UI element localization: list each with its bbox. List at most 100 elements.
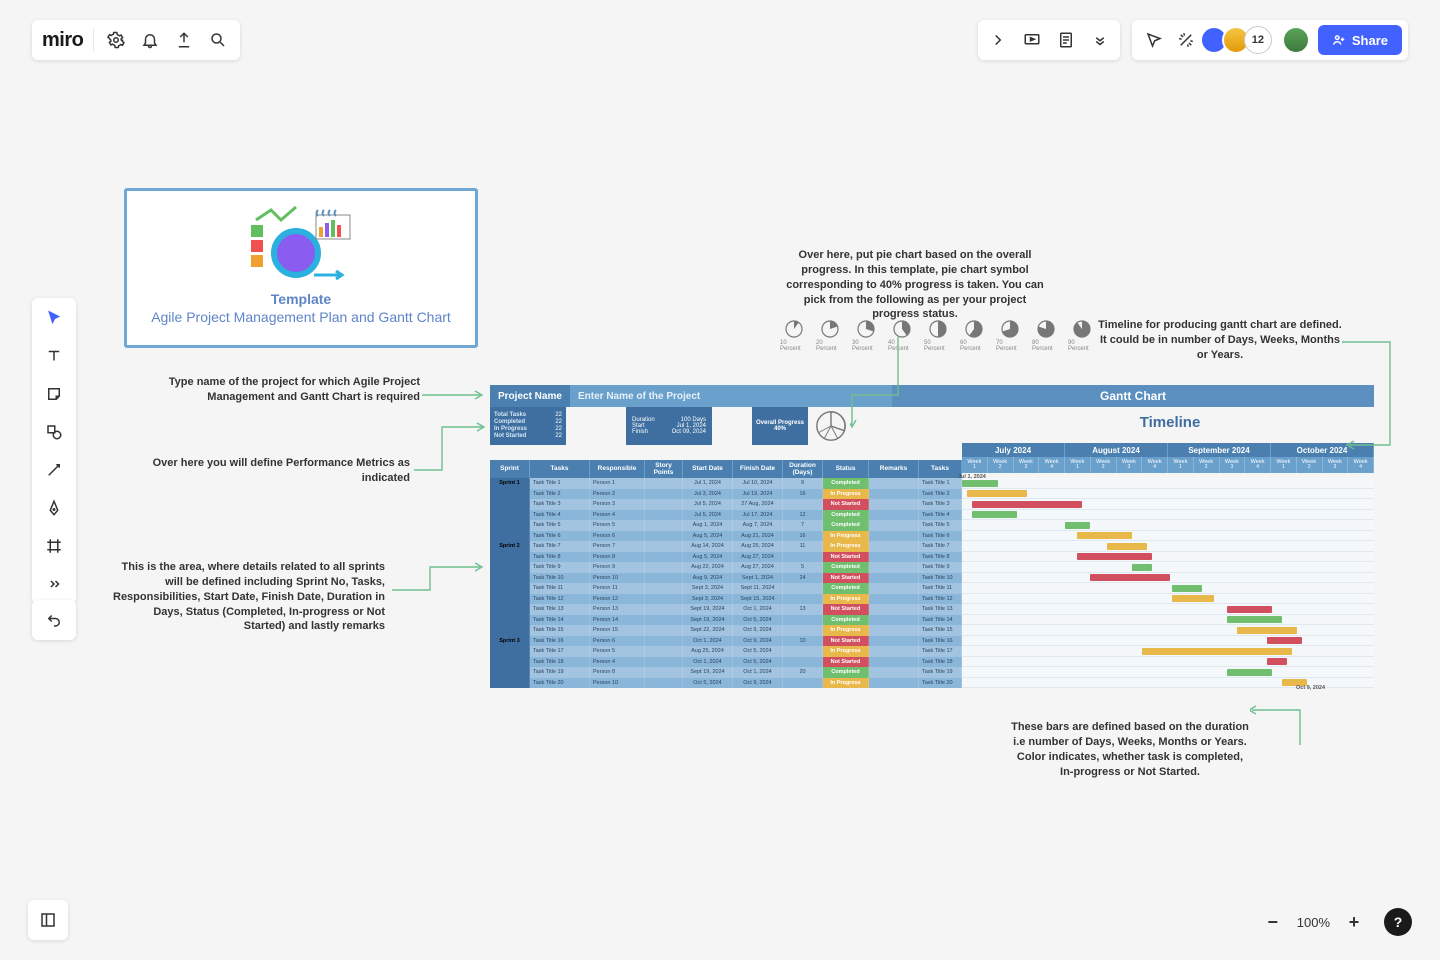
annotation-project-name: Type name of the project for which Agile… (160, 375, 420, 405)
gantt-bar[interactable] (1077, 553, 1152, 560)
select-tool[interactable] (42, 306, 66, 330)
template-card[interactable]: Template Agile Project Management Plan a… (124, 188, 478, 348)
cell: Person 8 (590, 552, 645, 563)
present-icon[interactable] (1020, 28, 1044, 52)
shapes-tool[interactable] (42, 420, 66, 444)
cell: 27 Aug, 2024 (733, 499, 783, 510)
gantt-bar[interactable] (972, 511, 1017, 518)
cell: Completed (823, 667, 869, 678)
cell: Task Title 19 (919, 667, 962, 678)
cell (869, 531, 919, 542)
logo[interactable]: miro (42, 29, 83, 52)
cell (490, 625, 530, 636)
bar-track (962, 489, 1374, 500)
gantt-bar[interactable] (1065, 522, 1090, 529)
sticky-note-tool[interactable] (42, 382, 66, 406)
cell: Task Title 1 (530, 478, 590, 489)
cell: Task Title 2 (530, 489, 590, 500)
gantt-bar[interactable] (1227, 616, 1282, 623)
gantt-bar[interactable] (1172, 595, 1214, 602)
cell: Sept 19, 2024 (683, 615, 733, 626)
frame-tool[interactable] (42, 534, 66, 558)
gantt-bar[interactable] (1267, 637, 1302, 644)
week-cell: Week4 (1142, 457, 1168, 473)
pie-option[interactable]: 90 Percent (1068, 320, 1096, 352)
gantt-bar[interactable] (1227, 669, 1272, 676)
gantt-bar[interactable] (967, 490, 1027, 497)
undo-button[interactable] (32, 600, 76, 640)
pie-options: 10 Percent20 Percent30 Percent40 Percent… (780, 320, 1096, 352)
gantt-bars (962, 478, 1374, 688)
more-tools[interactable] (42, 572, 66, 596)
cell (869, 520, 919, 531)
pie-option[interactable]: 20 Percent (816, 320, 844, 352)
gantt-bar[interactable] (1237, 627, 1297, 634)
gantt-bar[interactable] (1077, 532, 1132, 539)
chevron-right-icon[interactable] (986, 28, 1010, 52)
pie-option[interactable]: 70 Percent (996, 320, 1024, 352)
cell: Person 5 (590, 646, 645, 657)
gantt-bar[interactable] (1172, 585, 1202, 592)
cursor-collab-icon[interactable] (1142, 28, 1166, 52)
cell (869, 625, 919, 636)
gantt-bar[interactable] (962, 480, 998, 487)
week-cell: Week3 (1117, 457, 1143, 473)
month-cell: August 2024 (1065, 443, 1168, 457)
cell: Task Title 9 (919, 562, 962, 573)
cell (490, 552, 530, 563)
cell: Sept 19, 2024 (683, 667, 733, 678)
open-panel-button[interactable] (28, 900, 68, 940)
gantt-bar[interactable] (972, 501, 1082, 508)
cell: Task Title 16 (530, 636, 590, 647)
bar-track (962, 562, 1374, 573)
project-name-label: Project Name (490, 385, 570, 407)
avatar-overflow-count[interactable]: 12 (1244, 26, 1272, 54)
timeline-title: Timeline (950, 414, 1390, 431)
cell (783, 552, 823, 563)
pie-option[interactable]: 60 Percent (960, 320, 988, 352)
gantt-bar[interactable] (1142, 648, 1292, 655)
cell (783, 583, 823, 594)
cell: Task Title 15 (530, 625, 590, 636)
overall-progress-box: Overall Progress 40% (752, 407, 808, 445)
bell-icon[interactable] (138, 28, 162, 52)
gantt-bar[interactable] (1267, 658, 1287, 665)
avatar-stack[interactable]: 12 (1206, 26, 1310, 54)
pie-option[interactable]: 50 Percent (924, 320, 952, 352)
gantt-bar[interactable] (1227, 606, 1272, 613)
cell: Oct 9, 2024 (733, 678, 783, 689)
gantt-bar[interactable] (1090, 574, 1170, 581)
cell (490, 573, 530, 584)
text-tool[interactable] (42, 344, 66, 368)
canvas[interactable]: miro 12 Share (0, 0, 1440, 960)
help-button[interactable]: ? (1384, 908, 1412, 936)
cell: 9 (783, 478, 823, 489)
cell: Task Title 14 (530, 615, 590, 626)
line-tool[interactable] (42, 458, 66, 482)
zoom-in-button[interactable]: + (1340, 908, 1368, 936)
pie-option[interactable]: 10 Percent (780, 320, 808, 352)
cell: Person 4 (590, 657, 645, 668)
pen-tool[interactable] (42, 496, 66, 520)
zoom-out-button[interactable]: − (1259, 908, 1287, 936)
export-icon[interactable] (172, 28, 196, 52)
finish-label: Finish (632, 429, 648, 435)
search-icon[interactable] (206, 28, 230, 52)
notes-icon[interactable] (1054, 28, 1078, 52)
project-name-input[interactable]: Enter Name of the Project (570, 385, 892, 407)
share-button[interactable]: Share (1318, 25, 1402, 55)
cell: Aug 7, 2024 (733, 520, 783, 531)
settings-icon[interactable] (104, 28, 128, 52)
avatar[interactable] (1282, 26, 1310, 54)
gantt-bar[interactable] (1107, 543, 1147, 550)
reactions-icon[interactable] (1174, 28, 1198, 52)
zoom-percent[interactable]: 100% (1297, 915, 1330, 930)
cell (869, 552, 919, 563)
cell: Aug 5, 2024 (683, 531, 733, 542)
pie-option[interactable]: 80 Percent (1032, 320, 1060, 352)
collapse-icon[interactable] (1088, 28, 1112, 52)
column-header: SprintTasksResponsibleStory PointsStart … (490, 460, 962, 478)
bar-track (962, 552, 1374, 563)
week-cell: Week1 (1271, 457, 1297, 473)
gantt-bar[interactable] (1132, 564, 1152, 571)
